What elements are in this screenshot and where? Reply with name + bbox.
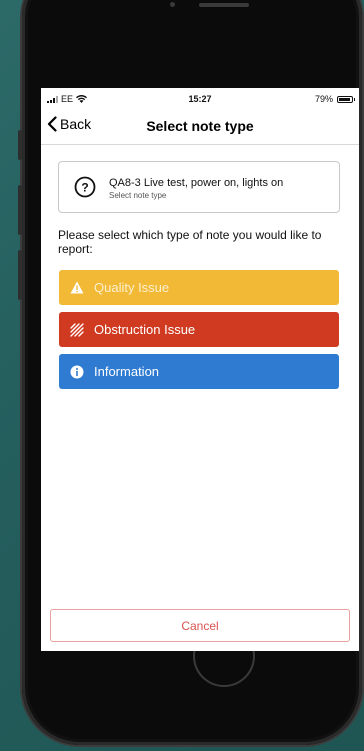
page-title: Select note type xyxy=(146,118,254,134)
information-button[interactable]: Information xyxy=(59,354,339,389)
status-bar: EE 15:27 79% xyxy=(41,88,359,110)
quality-issue-button[interactable]: Quality Issue xyxy=(59,270,339,305)
app-screen: EE 15:27 79% Back Select note type ? QA8… xyxy=(41,88,359,651)
obstruction-icon xyxy=(70,322,84,337)
navigation-bar: Back Select note type xyxy=(41,110,359,145)
earpiece-speaker xyxy=(199,3,249,7)
quality-issue-label: Quality Issue xyxy=(94,280,170,295)
battery-icon xyxy=(337,95,355,103)
information-label: Information xyxy=(94,364,160,379)
info-icon xyxy=(70,365,84,379)
mute-switch xyxy=(18,130,22,160)
task-subtitle: Select note type xyxy=(109,191,167,200)
svg-text:?: ? xyxy=(81,181,88,195)
battery-percent: 79% xyxy=(314,94,333,104)
volume-up-button xyxy=(18,185,22,235)
status-right: 79% xyxy=(314,94,355,104)
task-title: QA8-3 Live test, power on, lights on xyxy=(109,177,284,189)
volume-down-button xyxy=(18,250,22,300)
task-card: ? QA8-3 Live test, power on, lights on S… xyxy=(58,161,340,213)
warning-icon xyxy=(70,281,84,295)
obstruction-issue-label: Obstruction Issue xyxy=(94,322,196,337)
cancel-button[interactable]: Cancel xyxy=(50,609,350,642)
selection-prompt: Please select which type of note you wou… xyxy=(58,228,322,256)
question-circle-icon: ? xyxy=(74,176,96,198)
front-camera xyxy=(170,2,175,7)
obstruction-issue-button[interactable]: Obstruction Issue xyxy=(59,312,339,347)
status-time: 15:27 xyxy=(188,94,212,104)
